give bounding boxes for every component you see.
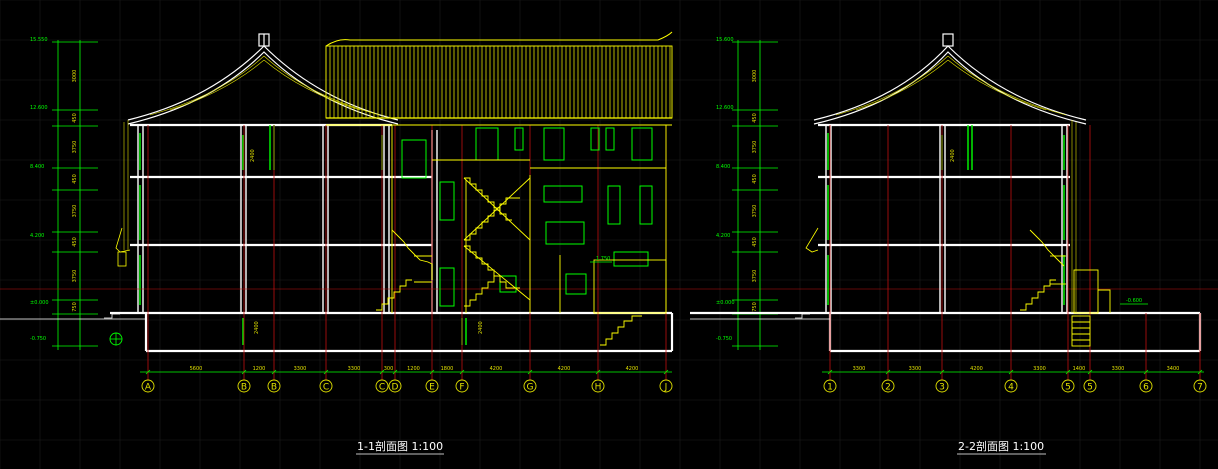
- height-label: 2400: [254, 321, 260, 334]
- dimension-value: 4200: [626, 366, 639, 372]
- elevation-label: 4.200: [30, 233, 44, 239]
- elevation-dimension: 3750: [72, 270, 78, 283]
- background: [0, 0, 1218, 469]
- dimension-value: 4200: [558, 366, 571, 372]
- elevation-dimension: 450: [752, 113, 758, 123]
- dimension-value: 300: [384, 366, 394, 372]
- elevation-label: -0.750: [30, 336, 46, 342]
- axis-label: E: [429, 383, 435, 393]
- section-title: 1-1剖面图 1:100: [357, 439, 443, 453]
- elevation-dimension: 3750: [752, 270, 758, 283]
- axis-label: 3: [939, 383, 945, 393]
- axis-label: 5: [1087, 383, 1093, 393]
- axis-label: 4: [1008, 383, 1014, 393]
- elevation-dimension: 450: [72, 113, 78, 123]
- elevation-dimension: 3000: [752, 70, 758, 83]
- elevation-label: ±0.000: [30, 300, 49, 306]
- elevation-dimension: 3750: [72, 205, 78, 218]
- dimension-value: 3400: [1167, 366, 1180, 372]
- elevation-dimension: 450: [72, 237, 78, 247]
- axis-label: B: [241, 383, 247, 393]
- elevation-dimension: 750: [72, 302, 78, 312]
- dimension-value: 1200: [407, 366, 420, 372]
- dimension-value: 4200: [490, 366, 503, 372]
- elevation-label: -0.750: [716, 336, 732, 342]
- level-mark-label: -0.600: [1126, 298, 1142, 304]
- dimension-value: 3300: [1112, 366, 1125, 372]
- dimension-value: 3300: [1033, 366, 1046, 372]
- dimension-value: 1200: [253, 366, 266, 372]
- height-label: 2400: [950, 149, 956, 162]
- axis-label: 2: [885, 383, 891, 393]
- section-title: 2-2剖面图 1:100: [958, 439, 1044, 453]
- height-label: 2400: [250, 149, 256, 162]
- elevation-label: 15.600: [716, 37, 734, 43]
- height-label: 2400: [478, 321, 484, 334]
- axis-label: C: [379, 383, 385, 393]
- dimension-value: 1400: [1073, 366, 1086, 372]
- elevation-dimension: 450: [752, 237, 758, 247]
- elevation-dimension: 3750: [752, 205, 758, 218]
- dimension-value: 3300: [853, 366, 866, 372]
- axis-label: F: [459, 383, 464, 393]
- level-mark-label: 1.750: [596, 256, 610, 262]
- axis-label: H: [595, 383, 602, 393]
- elevation-dimension: 3000: [72, 70, 78, 83]
- elevation-dimension: 750: [752, 302, 758, 312]
- axis-label: A: [145, 383, 152, 393]
- elevation-dimension: 450: [752, 174, 758, 184]
- dimension-value: 1800: [441, 366, 454, 372]
- elevation-label: 15.550: [30, 37, 48, 43]
- axis-label: C: [323, 383, 329, 393]
- elevation-dimension: 450: [72, 174, 78, 184]
- axis-label: 5: [1065, 383, 1071, 393]
- axis-label: J: [664, 383, 668, 393]
- elevation-label: 8.400: [716, 164, 730, 170]
- elevation-dimension: 3750: [752, 141, 758, 154]
- axis-label: 7: [1197, 383, 1203, 393]
- axis-label: B: [271, 383, 277, 393]
- elevation-label: ±0.000: [716, 300, 735, 306]
- dimension-value: 3300: [909, 366, 922, 372]
- axis-label: 1: [827, 383, 833, 393]
- axis-label: 6: [1143, 383, 1149, 393]
- elevation-label: 12.600: [716, 105, 734, 111]
- axis-label: G: [527, 383, 534, 393]
- dimension-value: 5600: [190, 366, 203, 372]
- elevation-dimension: 3750: [72, 141, 78, 154]
- dimension-value: 4200: [970, 366, 983, 372]
- elevation-label: 4.200: [716, 233, 730, 239]
- elevation-label: 8.400: [30, 164, 44, 170]
- dimension-value: 3300: [348, 366, 361, 372]
- dimension-value: 3300: [294, 366, 307, 372]
- axis-label: D: [392, 383, 399, 393]
- cad-drawing: 15.550 12.600 8.400 4.200 ±0.000 -0.750: [0, 0, 1218, 469]
- elevation-label: 12.600: [30, 105, 48, 111]
